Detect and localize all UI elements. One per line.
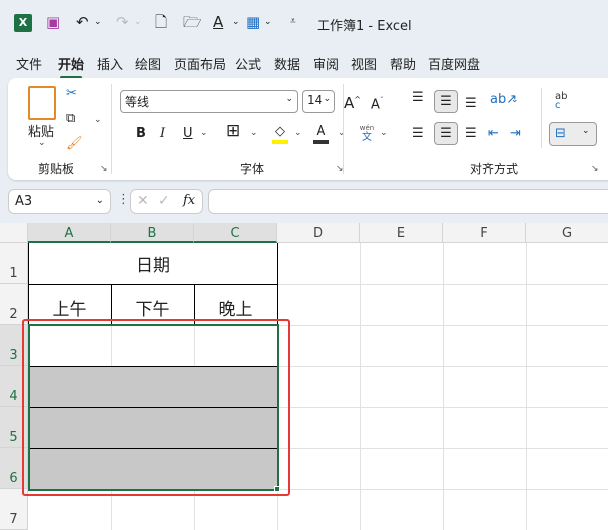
tab-home[interactable]: 开始 [58, 54, 84, 79]
increase-indent-icon[interactable]: ⇥ [510, 126, 521, 142]
phonetic-bottom: 文 [362, 132, 372, 143]
tab-insert[interactable]: 插入 [97, 54, 123, 73]
column-header-g[interactable]: G [526, 223, 608, 243]
align-bottom-icon[interactable]: ☰ [465, 96, 477, 112]
cell-a1-merged[interactable]: 日期 [28, 243, 278, 284]
tab-review[interactable]: 审阅 [313, 54, 339, 73]
font-color-dropdown-icon[interactable]: ⌄ [338, 128, 346, 138]
redo-icon[interactable]: ↷ [116, 13, 129, 31]
increase-font-size-icon[interactable]: A^ [344, 92, 361, 111]
tab-formulas[interactable]: 公式 [235, 54, 261, 73]
customize-qat-icon[interactable]: ⩡ [290, 13, 296, 31]
tab-baidu-netdisk[interactable]: 百度网盘 [428, 54, 480, 73]
italic-button[interactable]: I [160, 126, 165, 142]
tab-file[interactable]: 文件 [16, 54, 42, 73]
font-size-value: 14 [307, 93, 323, 107]
font-color-icon[interactable]: A [313, 124, 329, 144]
group-divider [343, 84, 344, 174]
worksheet-grid[interactable]: A B C D E F G 1 2 3 4 5 6 7 日期 上午 下午 晚上 [0, 223, 608, 530]
column-header-d[interactable]: D [277, 223, 360, 243]
column-header-c[interactable]: C [194, 223, 277, 243]
chevron-down-icon: ⌄ [95, 195, 104, 206]
name-box-value: A3 [15, 194, 33, 209]
column-header-f[interactable]: F [443, 223, 526, 243]
highlight-box [22, 319, 290, 496]
font-name-select[interactable]: 等线 ⌄ [120, 90, 298, 113]
copy-icon[interactable]: ⧉ [66, 111, 75, 127]
borders-icon[interactable]: ▦ [246, 13, 260, 31]
select-all-button[interactable] [0, 223, 28, 243]
underline-dropdown-icon[interactable]: ⌄ [200, 128, 208, 138]
excel-logo-icon: X [14, 14, 32, 32]
alignment-launcher-icon[interactable]: ↘ [591, 164, 599, 174]
column-header-b[interactable]: B [111, 223, 194, 243]
merge-center-button[interactable]: ⊟ ⌄ [549, 122, 597, 146]
open-folder-icon[interactable]: 🗁 [183, 13, 202, 31]
row-header-1[interactable]: 1 [0, 243, 28, 284]
tab-page-layout[interactable]: 页面布局 [174, 54, 226, 73]
align-right-icon[interactable]: ☰ [465, 126, 477, 142]
wrap-text-button[interactable]: ab c [555, 92, 567, 111]
phonetic-guide-icon[interactable]: wén 文 [358, 123, 376, 143]
enter-icon[interactable]: ✓ [158, 193, 170, 209]
group-divider [541, 88, 542, 148]
tab-view[interactable]: 视图 [351, 54, 377, 73]
borders-dropdown-icon[interactable]: ⌄ [264, 13, 272, 31]
merge-cells-icon: ⊟ [555, 126, 566, 141]
paste-icon[interactable] [28, 86, 56, 120]
formula-input[interactable] [208, 189, 608, 214]
tab-help[interactable]: 帮助 [390, 54, 416, 73]
clipboard-launcher-icon[interactable]: ↘ [100, 164, 108, 174]
align-center-icon[interactable]: ☰ [434, 122, 458, 145]
more-options-icon[interactable]: ⋮ [117, 192, 130, 207]
clipboard-group-label: 剪贴板 [38, 162, 75, 176]
undo-dropdown-icon[interactable]: ⌄ [94, 13, 102, 31]
save-icon[interactable]: ▣ [46, 13, 60, 31]
underline-button[interactable]: U [183, 126, 193, 142]
fill-color-icon[interactable]: ◇ [272, 124, 288, 144]
font-color-icon[interactable]: A [213, 13, 223, 31]
font-size-select[interactable]: 14 ⌄ [302, 90, 335, 113]
window-title: 工作簿1 - Excel [317, 19, 412, 34]
chevron-down-icon: ⌄ [582, 126, 590, 136]
phonetic-dropdown-icon[interactable]: ⌄ [380, 128, 388, 138]
borders-icon[interactable]: ⊞ [226, 123, 240, 140]
column-header-e[interactable]: E [360, 223, 443, 243]
format-painter-icon[interactable]: 🖌 [66, 136, 83, 152]
font-color-dropdown-icon[interactable]: ⌄ [232, 13, 240, 31]
alignment-group-label: 对齐方式 [470, 162, 519, 176]
wrap-text-bottom: c [555, 100, 561, 111]
new-file-icon[interactable]: 🗋 [155, 13, 167, 31]
group-divider [111, 84, 112, 174]
decrease-indent-icon[interactable]: ⇤ [488, 126, 499, 142]
formula-buttons: ✕ ✓ fx [130, 189, 203, 214]
font-name-value: 等线 [125, 95, 150, 109]
tab-data[interactable]: 数据 [274, 54, 300, 73]
bold-button[interactable]: B [136, 126, 146, 142]
tab-draw[interactable]: 绘图 [135, 54, 161, 73]
align-middle-icon[interactable]: ☰ [434, 90, 458, 113]
name-box[interactable]: A3 ⌄ [8, 189, 111, 214]
paste-dropdown-icon[interactable]: ⌄ [38, 138, 46, 148]
insert-function-button[interactable]: fx [183, 193, 195, 208]
decrease-font-size-icon[interactable]: Aˇ [371, 93, 384, 113]
borders-dropdown-icon[interactable]: ⌄ [250, 128, 258, 138]
cut-icon[interactable]: ✂ [66, 86, 77, 102]
fill-color-dropdown-icon[interactable]: ⌄ [294, 128, 302, 138]
chevron-down-icon: ⌄ [323, 94, 331, 104]
align-left-icon[interactable]: ☰ [412, 126, 424, 142]
align-top-icon[interactable]: ☰ [412, 90, 424, 106]
column-header-a[interactable]: A [28, 223, 111, 243]
undo-icon[interactable]: ↶ [76, 13, 89, 31]
redo-dropdown-icon[interactable]: ⌄ [134, 13, 142, 31]
orientation-dropdown-icon[interactable]: ⌄ [511, 95, 519, 105]
copy-dropdown-icon[interactable]: ⌄ [94, 115, 102, 125]
chevron-down-icon: ⌄ [285, 94, 293, 104]
font-group-label: 字体 [240, 162, 265, 176]
cancel-icon[interactable]: ✕ [137, 193, 149, 209]
